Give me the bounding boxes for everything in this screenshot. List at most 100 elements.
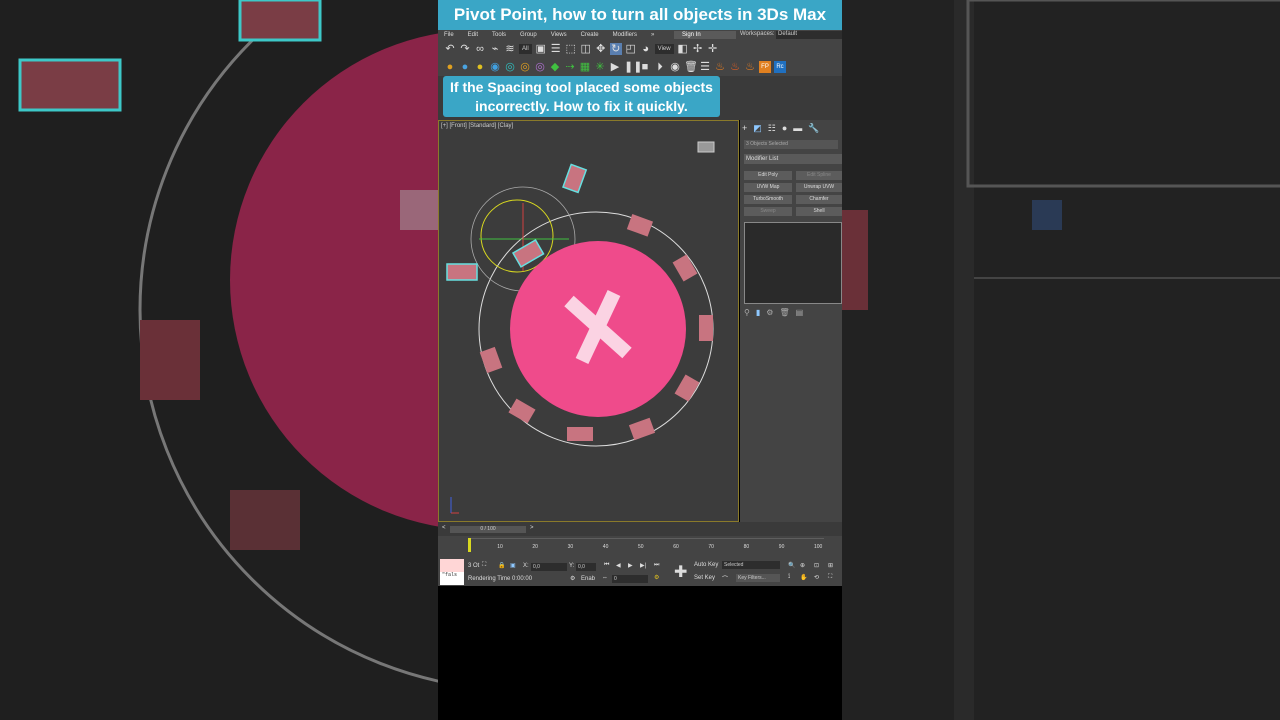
- selected-object[interactable]: [562, 163, 588, 194]
- spaced-object[interactable]: [674, 374, 700, 402]
- snaps-toggle-icon[interactable]: ✛: [707, 43, 719, 55]
- selected-dropdown[interactable]: Selected: [722, 561, 780, 569]
- utilities-tab-icon[interactable]: 🔧: [808, 123, 819, 134]
- sign-in-button[interactable]: Sign In: [674, 31, 736, 39]
- current-frame-field[interactable]: 0: [612, 575, 648, 583]
- time-slider[interactable]: 0 / 100: [450, 526, 526, 533]
- make-unique-icon[interactable]: ⚙: [766, 308, 773, 317]
- zoom-all-icon[interactable]: ⊕: [800, 562, 805, 569]
- modifier-stack[interactable]: [744, 222, 842, 304]
- menu-views[interactable]: Views: [551, 32, 567, 38]
- go-to-start-icon[interactable]: ⏮: [604, 562, 609, 569]
- go-to-end-icon[interactable]: ⏭: [654, 562, 659, 569]
- trash-icon[interactable]: 🗑: [684, 61, 698, 73]
- show-end-result-icon[interactable]: ▮: [756, 308, 760, 317]
- selected-object[interactable]: [511, 238, 545, 268]
- rc-icon[interactable]: Rc: [774, 61, 786, 73]
- enable-label[interactable]: Enab: [581, 576, 595, 582]
- time-config-icon[interactable]: ⚙: [654, 574, 659, 581]
- palette-icon-8[interactable]: ◆: [549, 61, 561, 73]
- fire-icon-3[interactable]: ♨: [744, 61, 756, 73]
- palette-icon-11[interactable]: ✳: [594, 61, 606, 73]
- isolate-icon[interactable]: ⛶: [482, 562, 486, 569]
- menu-group[interactable]: Group: [520, 32, 537, 38]
- turbosmooth-button[interactable]: TurboSmooth: [744, 195, 792, 204]
- select-object-icon[interactable]: ▣: [535, 43, 547, 55]
- spaced-object[interactable]: [479, 346, 503, 374]
- set-key-big-icon[interactable]: ✚: [674, 562, 687, 582]
- menu-file[interactable]: File: [444, 32, 454, 38]
- previous-frame-icon[interactable]: ◀: [616, 562, 621, 569]
- unwrap-uvw-button[interactable]: Unwrap UVW: [796, 183, 842, 192]
- stop-icon[interactable]: ■: [639, 61, 651, 73]
- scale-icon[interactable]: ◰: [625, 43, 637, 55]
- spaced-object[interactable]: [508, 398, 536, 424]
- time-cursor[interactable]: [468, 538, 471, 552]
- workspaces-dropdown[interactable]: Default: [776, 31, 842, 39]
- step-icon[interactable]: ⏵: [654, 61, 666, 73]
- set-key-button[interactable]: Set Key: [694, 575, 715, 581]
- play-animation-icon[interactable]: ▶: [628, 562, 633, 569]
- edit-spline-button[interactable]: Edit Spline: [796, 171, 842, 180]
- manipulate-icon[interactable]: ✢: [692, 43, 704, 55]
- zoom-extents-all-icon[interactable]: ⊞: [828, 562, 833, 569]
- configure-sets-icon[interactable]: ▤: [796, 308, 804, 317]
- time-next-icon[interactable]: >: [530, 525, 534, 531]
- maximize-viewport-icon[interactable]: ⛶: [828, 574, 832, 581]
- rotate-icon[interactable]: ↻: [609, 43, 622, 55]
- hierarchy-tab-icon[interactable]: ☷: [768, 123, 776, 134]
- menu-modifiers[interactable]: Modifiers: [613, 32, 637, 38]
- pause-icon[interactable]: ❚❚: [624, 61, 642, 73]
- create-tab-icon[interactable]: +: [742, 123, 747, 134]
- front-viewport[interactable]: [+] [Front] [Standard] [Clay]: [438, 120, 739, 522]
- field-of-view-icon[interactable]: ⟟: [788, 574, 790, 581]
- bind-spacewarp-icon[interactable]: ≋: [504, 43, 516, 55]
- key-filters-button[interactable]: Key Filters...: [736, 574, 780, 582]
- selected-object[interactable]: [446, 263, 478, 281]
- adaptive-degradation-icon[interactable]: ⚙: [570, 575, 575, 582]
- list-icon[interactable]: ☰: [699, 61, 711, 73]
- track-bar[interactable]: 10 20 30 40 50 60 70 80 90 100: [438, 536, 842, 558]
- pan-icon[interactable]: ✋: [800, 574, 807, 581]
- play-icon[interactable]: ▶: [609, 61, 621, 73]
- select-by-name-icon[interactable]: ☰: [550, 43, 562, 55]
- uvw-map-button[interactable]: UVW Map: [744, 183, 792, 192]
- undo-icon[interactable]: ↶: [444, 43, 456, 55]
- palette-icon-1[interactable]: ●: [444, 61, 456, 73]
- menu-more-icon[interactable]: »: [651, 32, 654, 38]
- palette-icon-3[interactable]: ●: [474, 61, 486, 73]
- fp-icon[interactable]: FP: [759, 61, 771, 73]
- edit-poly-button[interactable]: Edit Poly: [744, 171, 792, 180]
- fire-icon-1[interactable]: ♨: [714, 61, 726, 73]
- link-icon[interactable]: ∞: [474, 43, 486, 55]
- rect-selection-icon[interactable]: ⬚: [565, 43, 577, 55]
- palette-icon-2[interactable]: ●: [459, 61, 471, 73]
- modifier-list-dropdown[interactable]: Modifier List: [744, 154, 842, 164]
- modify-tab-icon[interactable]: ◩: [753, 123, 762, 134]
- palette-icon-7[interactable]: ◎: [534, 61, 546, 73]
- zoom-icon[interactable]: 🔍: [788, 562, 795, 569]
- unlink-icon[interactable]: ⌁: [489, 43, 501, 55]
- zoom-extents-icon[interactable]: ⊡: [814, 562, 819, 569]
- redo-icon[interactable]: ↷: [459, 43, 471, 55]
- menu-tools[interactable]: Tools: [492, 32, 506, 38]
- sweep-button[interactable]: Sweep: [744, 207, 792, 216]
- palette-icon-4[interactable]: ◉: [489, 61, 501, 73]
- spaced-object[interactable]: [567, 427, 593, 441]
- move-icon[interactable]: ✥: [595, 43, 607, 55]
- spaced-object[interactable]: [699, 315, 713, 341]
- spaced-object[interactable]: [672, 254, 698, 282]
- orbit-icon[interactable]: ⟲: [814, 574, 819, 581]
- pin-stack-icon[interactable]: ⚲: [744, 308, 750, 317]
- palette-icon-10[interactable]: ▦: [579, 61, 591, 73]
- remove-modifier-icon[interactable]: 🗑: [779, 308, 789, 317]
- menu-create[interactable]: Create: [581, 32, 599, 38]
- palette-icon-6[interactable]: ◎: [519, 61, 531, 73]
- key-mode-icon[interactable]: ⇔: [602, 575, 608, 581]
- record-icon[interactable]: ◉: [669, 61, 681, 73]
- display-tab-icon[interactable]: ▬: [793, 123, 802, 134]
- next-frame-icon[interactable]: ▶|: [640, 562, 646, 569]
- palette-icon-9[interactable]: ⇢: [564, 61, 576, 73]
- absolute-mode-icon[interactable]: ▣: [510, 562, 516, 569]
- close-icon[interactable]: [510, 241, 686, 417]
